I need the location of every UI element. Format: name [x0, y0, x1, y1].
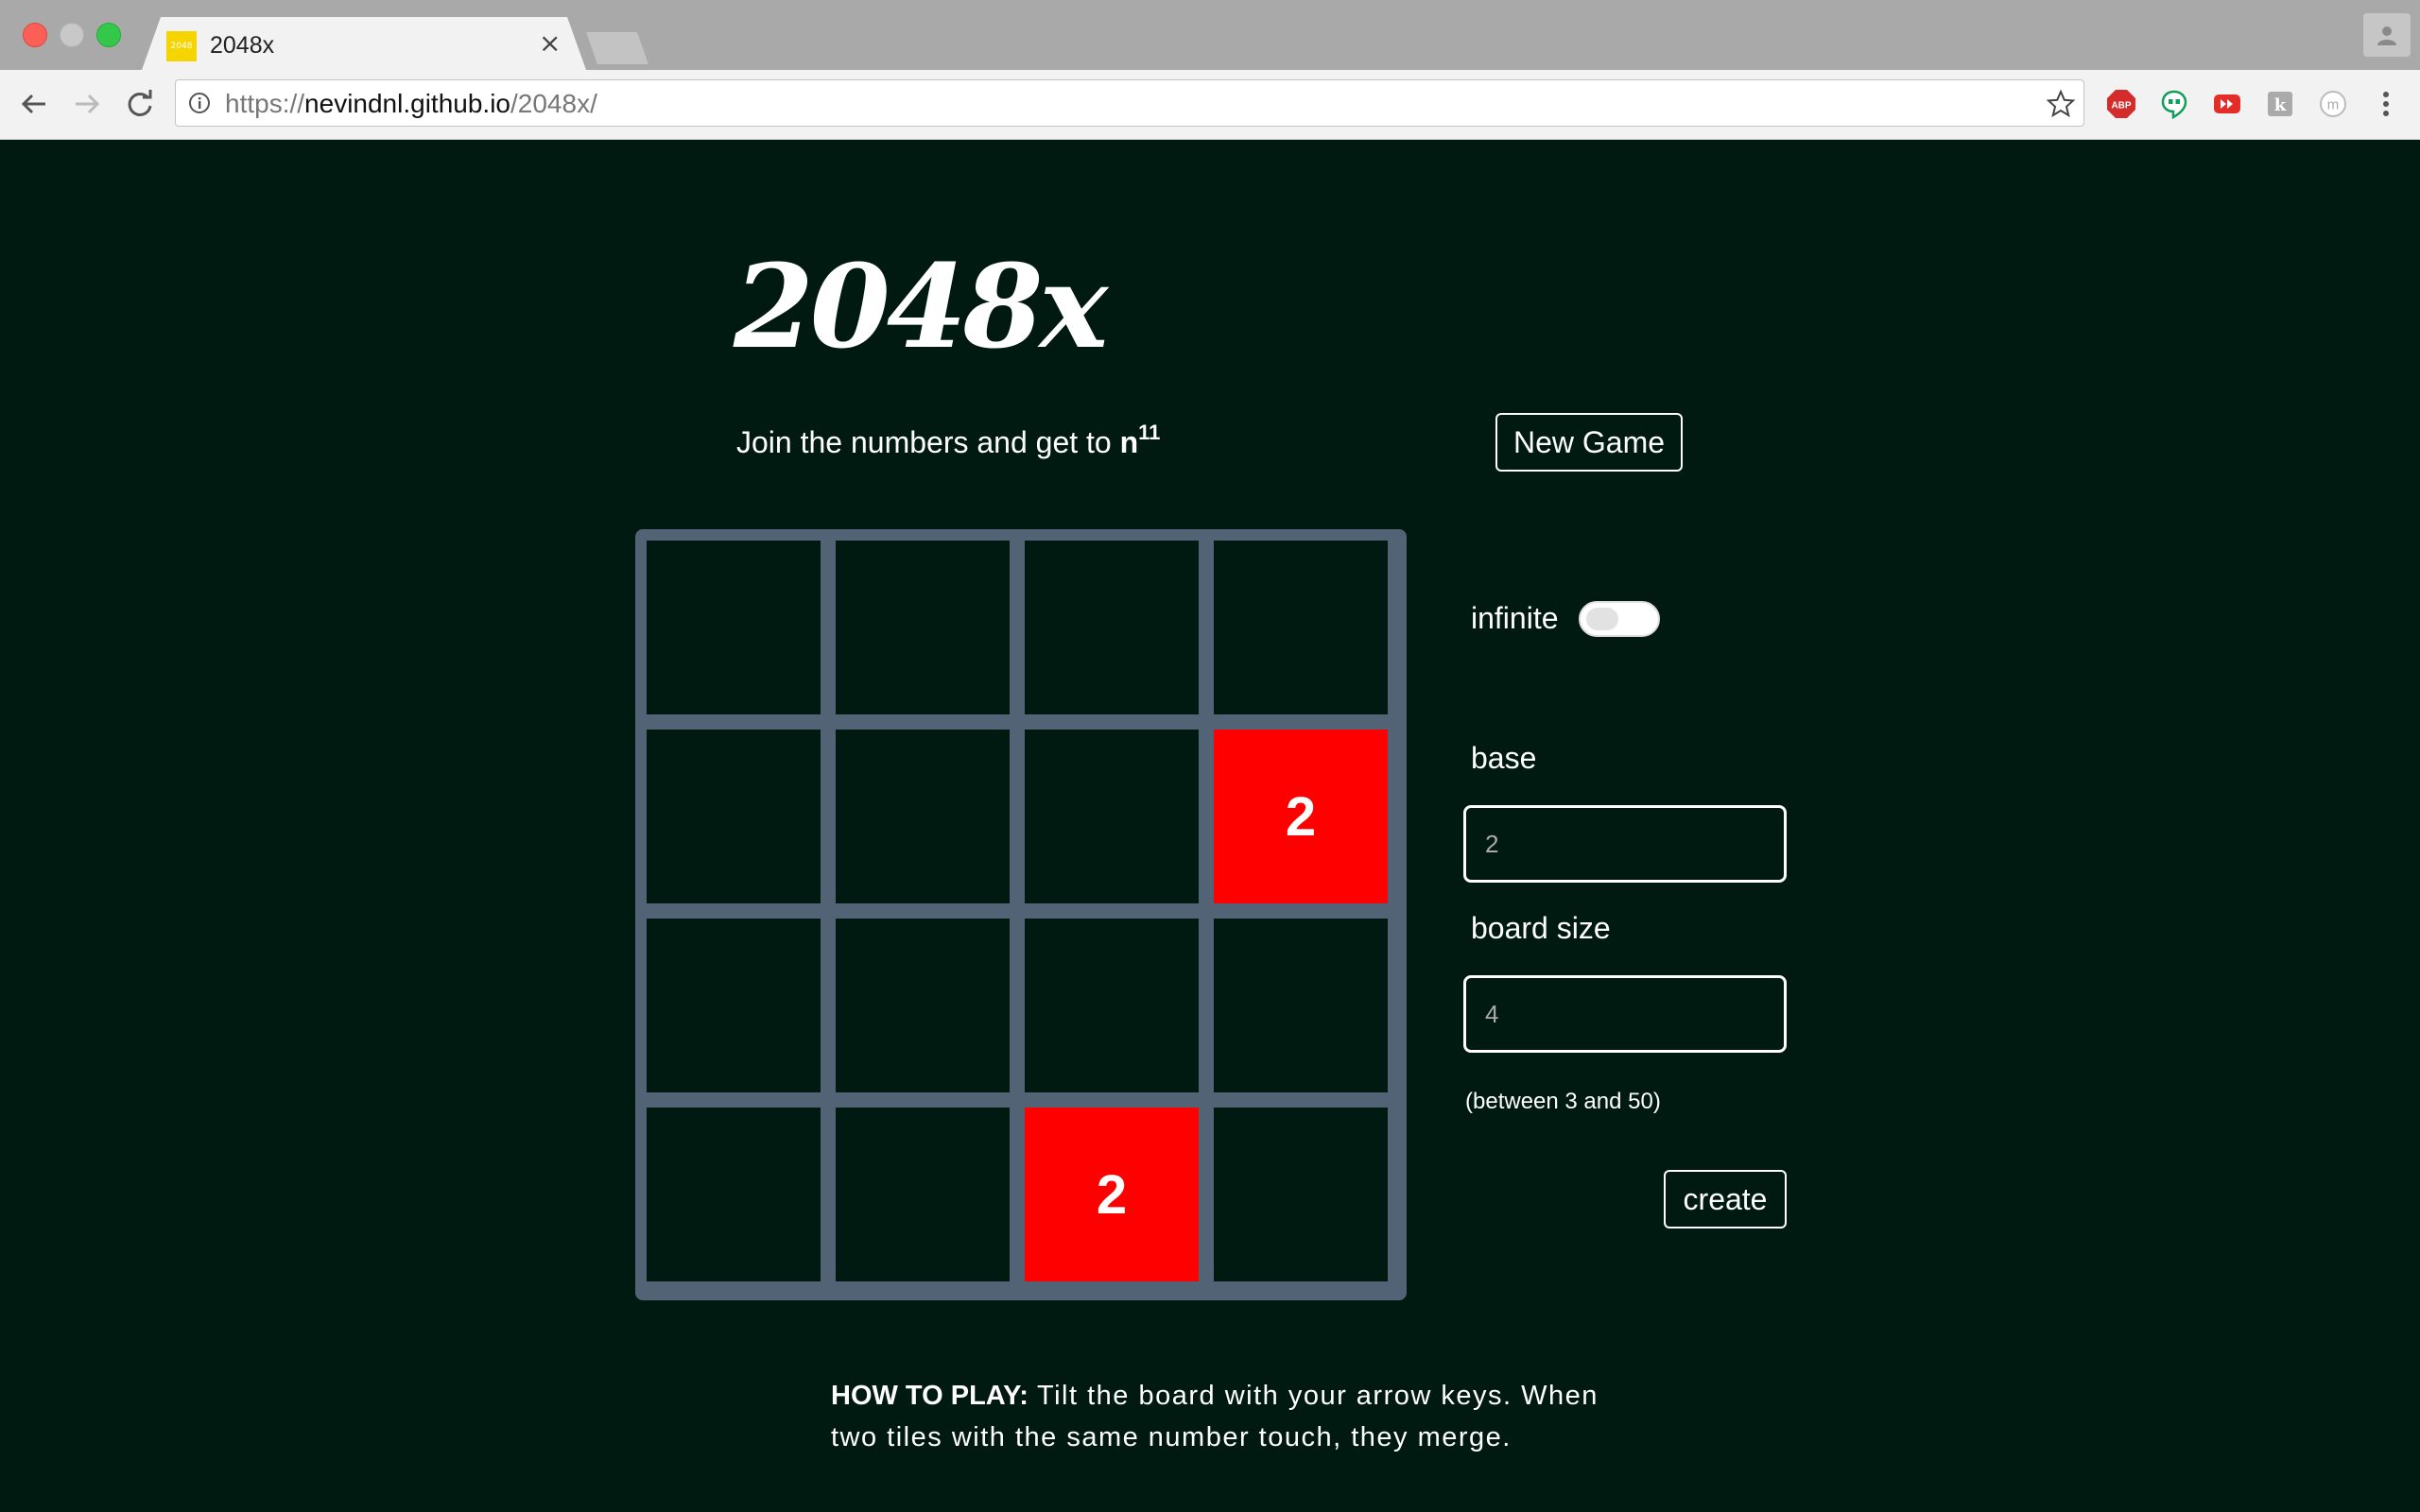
browser-tab[interactable] — [142, 17, 586, 70]
url-host: nevindnl.github.io — [304, 89, 510, 118]
toggle-knob — [1586, 608, 1618, 630]
back-arrow-icon — [21, 94, 45, 114]
tab-close-icon[interactable]: × — [539, 26, 561, 60]
extension-label: k — [2274, 95, 2287, 115]
subtitle-base: n — [1119, 425, 1139, 459]
window-minimize-button[interactable] — [60, 23, 84, 47]
adblock-plus-icon[interactable]: ABP — [2106, 89, 2136, 119]
tile: 2 — [1214, 730, 1388, 903]
board-cell — [836, 919, 1010, 1092]
youtube-ext-icon[interactable] — [2212, 89, 2242, 119]
profile-icon — [2377, 26, 2396, 45]
reload-icon — [128, 90, 152, 116]
game-board[interactable]: 22 — [635, 529, 1407, 1300]
forward-button[interactable] — [68, 85, 106, 123]
star-icon[interactable] — [2046, 89, 2076, 119]
forward-arrow-icon — [76, 94, 100, 114]
board-cell — [1025, 730, 1199, 903]
board-cell — [647, 541, 821, 714]
back-button[interactable] — [15, 85, 53, 123]
window-maximize-button[interactable] — [96, 23, 121, 47]
url-text[interactable]: https://nevindnl.github.io/2048x/ — [225, 87, 597, 121]
board-cell — [647, 1108, 821, 1281]
new-game-button[interactable]: New Game — [1495, 413, 1683, 472]
tab-title: 2048x — [210, 32, 275, 59]
base-input[interactable] — [1463, 805, 1787, 883]
info-icon[interactable] — [188, 92, 211, 114]
extension-icon[interactable]: k — [2265, 89, 2295, 119]
board-cell — [1025, 919, 1199, 1092]
board-cell — [1214, 541, 1388, 714]
game-subtitle: Join the numbers and get to n11 — [736, 421, 1160, 463]
favicon-icon: 2048 — [166, 31, 197, 61]
subtitle-text: Join the numbers and get to — [736, 425, 1120, 459]
window-close-button[interactable] — [23, 23, 47, 47]
board-cell — [1025, 541, 1199, 714]
profile-button[interactable] — [2363, 13, 2411, 57]
game-title: 2048x — [734, 238, 1108, 374]
infinite-toggle[interactable] — [1579, 601, 1660, 637]
how-to-play-label: HOW TO PLAY: — [831, 1381, 1028, 1411]
infinite-label: infinite — [1471, 601, 1559, 635]
m-extension-icon[interactable]: m — [2318, 89, 2348, 119]
board-cell — [836, 730, 1010, 903]
board-size-input[interactable] — [1463, 975, 1787, 1053]
board-cell — [647, 730, 821, 903]
base-label: base — [1471, 741, 1537, 775]
board-size-label: board size — [1471, 911, 1611, 945]
board-cell — [1214, 1108, 1388, 1281]
url-scheme: https:// — [225, 89, 305, 118]
board-size-hint: (between 3 and 50) — [1465, 1089, 1661, 1114]
board-cell — [836, 1108, 1010, 1281]
menu-icon[interactable] — [2375, 87, 2397, 121]
hangouts-icon[interactable] — [2159, 89, 2189, 119]
create-button[interactable]: create — [1664, 1170, 1787, 1228]
how-to-play: HOW TO PLAY: Tilt the board with your ar… — [831, 1375, 1606, 1458]
m-extension-label: m — [2327, 97, 2340, 113]
reload-button[interactable] — [121, 85, 159, 123]
board-cell — [647, 919, 821, 1092]
tile: 2 — [1025, 1108, 1199, 1281]
url-path: /2048x/ — [510, 89, 597, 118]
subtitle-exponent: 11 — [1138, 421, 1161, 444]
board-cell — [1214, 919, 1388, 1092]
adblock-plus-label: ABP — [2111, 101, 2131, 112]
board-cell — [836, 541, 1010, 714]
